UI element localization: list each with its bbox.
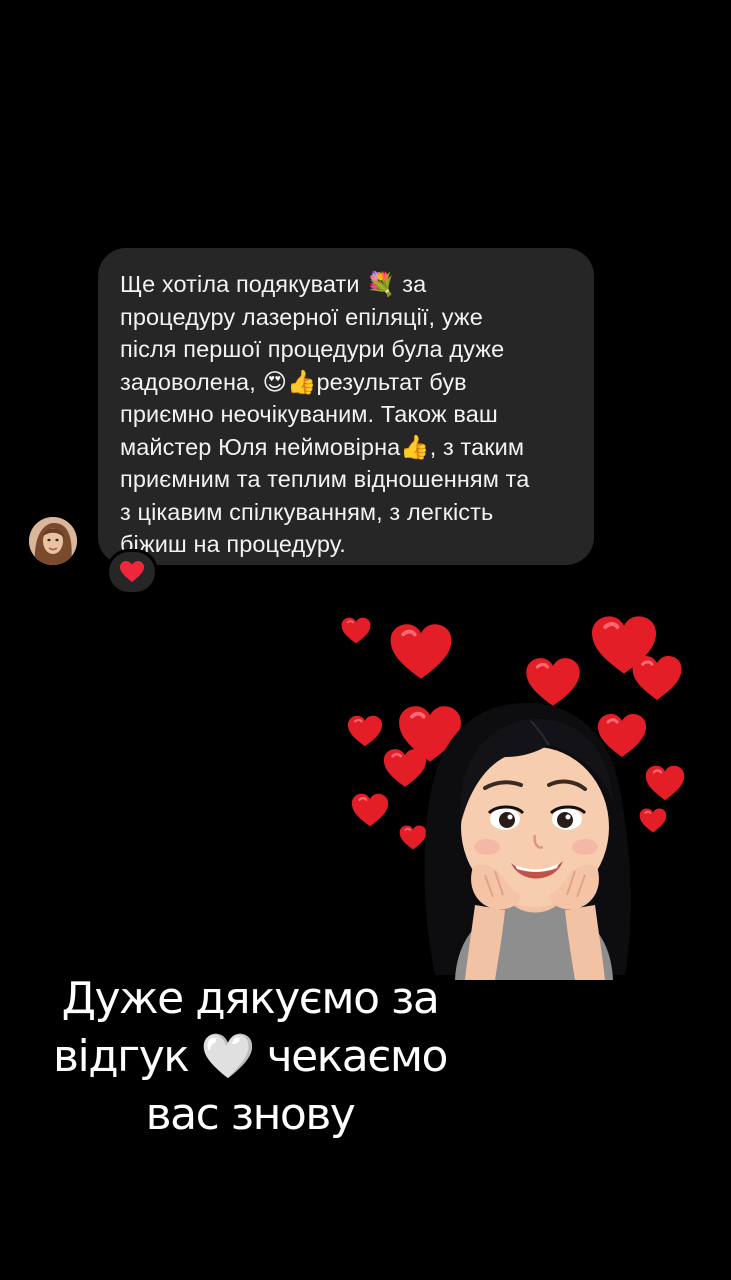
caption-line-1: Дуже дякуємо за <box>61 973 440 1024</box>
avatar-photo-icon <box>29 517 77 565</box>
heart-icon <box>383 748 427 788</box>
girl-hearts-sticker <box>335 605 695 980</box>
heart-icon <box>639 808 667 833</box>
caption-line-3: вас знову <box>145 1089 356 1140</box>
caption-line-2: відгук 🤍 чекаємо <box>53 1031 448 1082</box>
heart-icon <box>347 715 383 747</box>
reaction-badge[interactable] <box>106 549 158 595</box>
sender-avatar[interactable] <box>29 517 77 565</box>
message-line: процедуру лазерної епіляції, уже <box>120 303 483 330</box>
message-bubble[interactable]: Ще хотіла подякувати 💐 за процедуру лазе… <box>98 248 594 565</box>
heart-icon <box>631 655 683 701</box>
caption-text: Дуже дякуємо за відгук 🤍 чекаємо вас зно… <box>0 970 500 1144</box>
heart-icon <box>351 793 389 827</box>
message-line: Ще хотіла подякувати 💐 за <box>120 271 427 297</box>
message-line: задоволена, 😍👍результат був <box>120 368 467 395</box>
heart-icon <box>120 561 144 582</box>
message-line: біжиш на процедуру. <box>120 531 346 557</box>
heart-icon <box>341 617 371 644</box>
message-line: з цікавим спілкуванням, з легкість <box>120 498 494 525</box>
message-line: приємно неочікуваним. Також ваш <box>120 401 498 427</box>
message-line: приємним та теплим відношенням та <box>120 466 530 492</box>
heart-icon <box>645 765 685 801</box>
message-line: майстер Юля неймовірна👍, з таким <box>120 433 525 460</box>
heart-icon <box>399 825 427 850</box>
heart-icon <box>525 657 581 707</box>
heart-icon <box>389 623 453 680</box>
message-line: після першої процедури була дуже <box>120 336 505 362</box>
